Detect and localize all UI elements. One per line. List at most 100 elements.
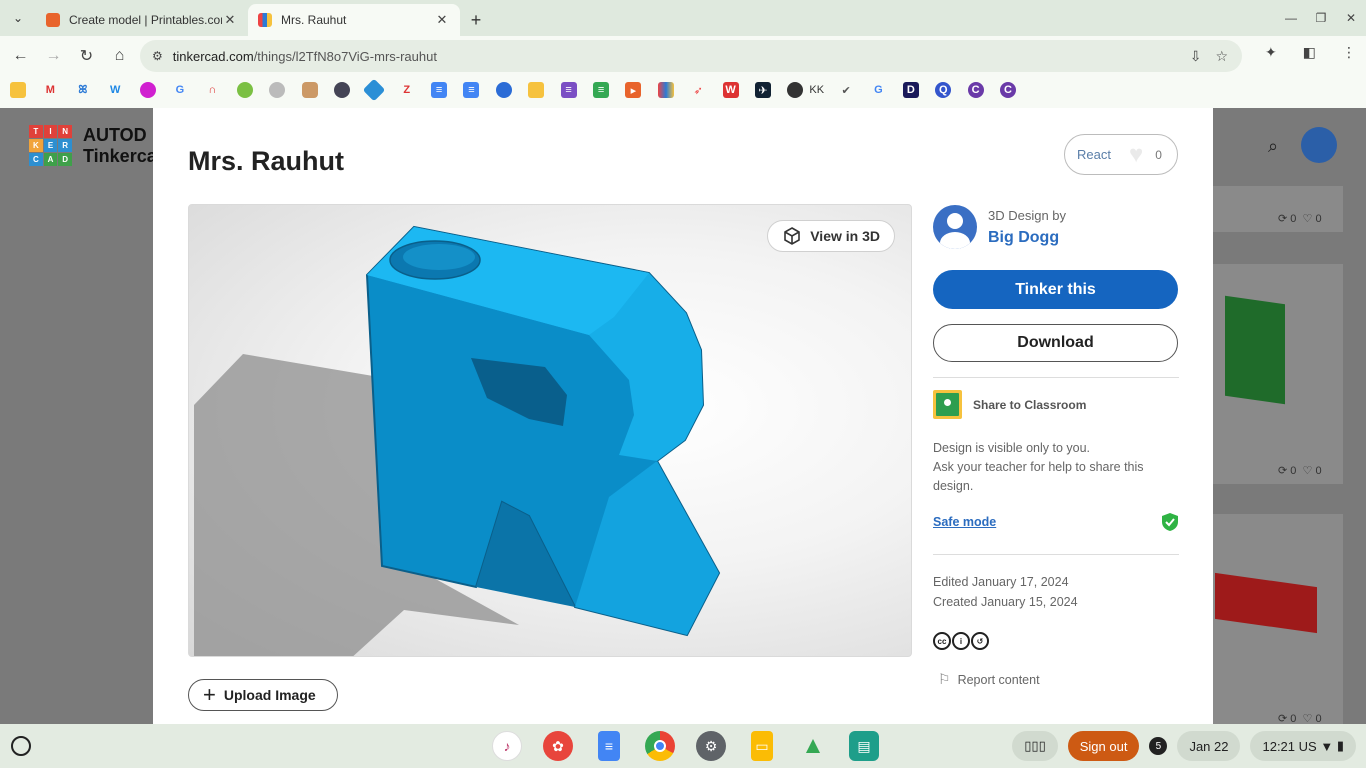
react-button[interactable]: React ♥ 0 (1064, 134, 1178, 175)
chrome-icon[interactable] (645, 731, 675, 761)
rocket-icon[interactable]: ➶ (690, 82, 706, 98)
more-menu-icon[interactable]: ⋮ (1342, 44, 1356, 61)
bookmark-icon[interactable] (362, 78, 386, 102)
tab-close-icon[interactable]: ✕ (434, 12, 450, 28)
bookmark-icon[interactable] (301, 82, 318, 98)
bookmark-q-icon[interactable]: Q (935, 82, 952, 98)
tab-printables[interactable]: Create model | Printables.com ✕ (36, 4, 248, 36)
google-icon[interactable]: G (870, 82, 886, 98)
design-preview[interactable]: View in 3D (188, 204, 912, 657)
tinker-this-button[interactable]: Tinker this (933, 270, 1178, 309)
new-tab-icon[interactable]: + (460, 4, 492, 36)
globe-icon (787, 82, 804, 98)
bookmark-icon[interactable] (139, 82, 156, 98)
card-stats: ⟳ 0 ♡ 0 (1278, 213, 1322, 225)
docs-icon[interactable]: ≡ (431, 82, 448, 98)
letter-r-model (194, 225, 721, 656)
notification-badge[interactable]: 5 (1149, 737, 1168, 755)
tinkercad-favicon-icon (258, 13, 272, 27)
locale: US (1298, 738, 1317, 754)
design-sidebar: 3D Design by Big Dogg Tinker this Downlo… (933, 204, 1179, 688)
design-card[interactable] (1213, 264, 1343, 484)
bookmark-icon[interactable] (495, 82, 512, 98)
slides-app-icon[interactable]: ▭ (751, 731, 773, 761)
bookmark-icon[interactable]: ✈ (754, 82, 771, 98)
tab-close-icon[interactable]: ✕ (222, 12, 238, 28)
design-card[interactable] (1213, 514, 1343, 724)
side-panel-icon[interactable]: ◧ (1303, 44, 1316, 61)
bookmark-star-icon[interactable]: ☆ (1215, 48, 1228, 65)
globe-icon[interactable] (333, 82, 350, 98)
close-window-icon[interactable]: ✕ (1336, 11, 1366, 25)
tab-title: Create model | Printables.com (69, 13, 222, 27)
forward-icon[interactable]: → (37, 40, 70, 72)
tab-search-icon[interactable]: ⌄ (0, 0, 36, 36)
date-pill[interactable]: Jan 22 (1177, 731, 1241, 761)
report-content-link[interactable]: ⚐ Report content (933, 671, 1179, 688)
view-in-3d-button[interactable]: View in 3D (767, 220, 895, 252)
docs-app-icon[interactable]: ≡ (598, 731, 620, 761)
tinkercad-icon[interactable] (657, 82, 674, 98)
paint-app-icon[interactable]: ✿ (543, 731, 573, 761)
divider (933, 554, 1179, 555)
author-avatar[interactable] (933, 205, 977, 249)
tinkercad-logo: T I N K E R C A D (29, 125, 72, 166)
printables-favicon-icon (46, 13, 60, 27)
classroom-app-icon[interactable]: ▤ (849, 731, 879, 761)
creative-commons-license[interactable]: cc i ↺ (933, 632, 1179, 650)
battery-icon: ▮ (1336, 738, 1344, 753)
visibility-note: Design is visible only to you. Ask your … (933, 441, 1144, 493)
avatar[interactable] (1301, 127, 1337, 163)
site-info-icon[interactable]: ⚙ (152, 49, 163, 63)
bookmark-c-icon[interactable]: C (967, 82, 984, 98)
safe-mode-link[interactable]: Safe mode (933, 515, 996, 529)
bookmark-w-icon[interactable]: W (107, 82, 123, 98)
bookmark-w-icon[interactable]: W (722, 82, 739, 98)
cube-icon (784, 227, 801, 245)
settings-gear-icon[interactable]: ⚙ (696, 731, 726, 761)
search-icon[interactable]: ⌕ (1268, 136, 1278, 157)
gmail-icon[interactable]: M (42, 82, 58, 98)
minimize-icon[interactable]: — (1276, 11, 1306, 25)
bookmark-d-icon[interactable]: D (902, 82, 919, 98)
restore-icon[interactable]: ❐ (1306, 11, 1336, 25)
download-button[interactable]: Download (933, 324, 1178, 362)
upload-image-button[interactable]: + Upload Image (188, 679, 338, 711)
sign-out-button[interactable]: Sign out (1067, 731, 1140, 761)
drive-icon[interactable]: ▲ (798, 731, 828, 761)
address-bar[interactable]: ⚙ tinkercad.com/things/l2TfN8o7ViG-mrs-r… (140, 40, 1242, 72)
design-card[interactable] (1213, 186, 1343, 232)
bookmark-c-icon[interactable]: C (1000, 82, 1017, 98)
sheets-icon[interactable]: ≡ (593, 82, 610, 98)
bookmark-icon[interactable]: ꕤ (75, 82, 91, 98)
bookmark-icon[interactable]: ∩ (204, 82, 220, 98)
share-to-classroom-button[interactable]: Share to Classroom (933, 390, 1179, 419)
bookmark-z-icon[interactable]: Z (399, 82, 415, 98)
bookmark-icon[interactable] (236, 82, 253, 98)
quick-settings[interactable]: 12:21 US ▼ ▮ (1250, 731, 1356, 761)
app-icon[interactable]: ♪ (492, 731, 522, 761)
tab-mrs-rauhut[interactable]: Mrs. Rauhut ✕ (248, 4, 460, 36)
bookmark-kk[interactable]: KK (787, 82, 824, 98)
back-icon[interactable]: ← (4, 40, 37, 72)
slides-icon[interactable] (528, 82, 545, 98)
holding-space-icon[interactable]: ▯▯▯ (1012, 731, 1058, 761)
bookmark-icon[interactable] (269, 82, 286, 98)
bookmark-icon[interactable]: ✔ (838, 82, 854, 98)
extensions-icon[interactable]: ✦ (1265, 44, 1277, 61)
install-app-icon[interactable]: ⇩ (1190, 48, 1202, 65)
google-icon[interactable]: G (172, 82, 188, 98)
bookmark-icon[interactable]: ▸ (625, 82, 642, 98)
safe-mode-row: Safe mode (933, 512, 1179, 532)
author-name-link[interactable]: Big Dogg (988, 229, 1066, 247)
docs-icon[interactable]: ≡ (463, 82, 480, 98)
react-label: React (1077, 147, 1111, 162)
bookmark-icon[interactable] (10, 82, 26, 98)
forms-icon[interactable]: ≡ (560, 82, 577, 98)
reload-icon[interactable]: ↻ (70, 40, 103, 72)
home-icon[interactable]: ⌂ (103, 40, 136, 72)
author-prefix: 3D Design by (988, 207, 1067, 223)
browser-toolbar: ← → ↻ ⌂ ⚙ tinkercad.com/things/l2TfN8o7V… (0, 36, 1366, 76)
tab-title: Mrs. Rauhut (281, 13, 347, 27)
launcher-icon[interactable] (11, 736, 31, 756)
